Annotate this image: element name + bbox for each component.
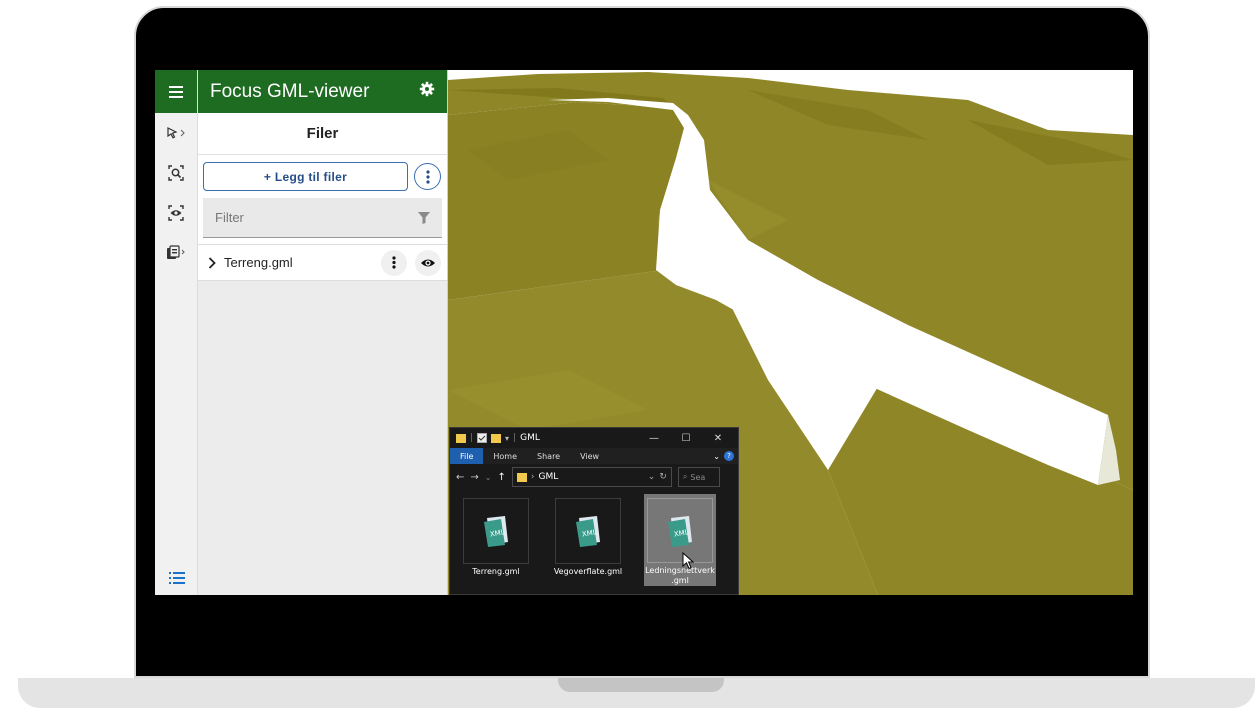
- file-label: Vegoverflate.gml: [553, 567, 623, 576]
- zoom-tool-button[interactable]: [155, 153, 197, 193]
- laptop-notch: [558, 678, 724, 692]
- file-thumbnail: XML: [647, 498, 713, 563]
- tab-view[interactable]: View: [570, 448, 609, 464]
- forward-icon[interactable]: →: [470, 472, 478, 483]
- ribbon-right: ⌄ ?: [713, 451, 738, 461]
- explorer-titlebar: | ▾ | GML — ☐ ✕: [450, 428, 738, 448]
- filter-input[interactable]: Filter: [203, 198, 442, 238]
- file-tile-vegoverflate[interactable]: XML Vegoverflate.gml: [552, 498, 624, 577]
- file-list-item[interactable]: Terreng.gml: [198, 244, 447, 281]
- funnel-icon: [418, 211, 430, 224]
- separator: |: [470, 433, 474, 443]
- path-chevron-icon: ›: [530, 472, 535, 482]
- recent-dropdown-icon[interactable]: ⌄: [485, 473, 492, 482]
- maximize-button[interactable]: ☐: [672, 433, 700, 444]
- add-files-row: + Legg til filer: [198, 155, 447, 198]
- file-more-button[interactable]: [381, 249, 407, 276]
- eye-icon: [421, 259, 435, 266]
- tab-share[interactable]: Share: [527, 448, 570, 464]
- section-title: Filer: [306, 125, 339, 142]
- mouse-cursor-icon: [682, 552, 694, 570]
- folder-icon: [516, 473, 527, 482]
- separator: |: [513, 433, 517, 443]
- layers-icon: [167, 245, 185, 259]
- filter-wrap: Filter: [198, 198, 447, 244]
- new-folder-icon[interactable]: [491, 433, 502, 443]
- close-button[interactable]: ✕: [704, 433, 732, 444]
- address-dropdown-icon[interactable]: ⌄: [648, 472, 656, 482]
- xml-file-icon: XML: [484, 516, 508, 547]
- refresh-icon[interactable]: ↻: [659, 472, 667, 482]
- xml-file-icon: XML: [668, 515, 692, 547]
- up-icon[interactable]: ↑: [497, 472, 505, 483]
- add-files-button[interactable]: + Legg til filer: [203, 162, 408, 191]
- xml-file-icon: XML: [576, 516, 600, 547]
- search-icon: ⌕: [682, 472, 688, 481]
- file-label: Terreng.gml: [472, 567, 520, 576]
- file-tile-ledningsnettverk[interactable]: XML Ledningsnettverk .gml: [644, 494, 716, 586]
- menu-icon: [169, 85, 183, 98]
- file-thumbnail: XML: [555, 498, 621, 564]
- explorer-files: XML Terreng.gml XML Vegoverflate.gml XML…: [450, 490, 738, 594]
- explorer-ribbon: File Home Share View ⌄ ?: [450, 448, 738, 464]
- help-icon[interactable]: ?: [724, 451, 734, 461]
- app-title: Focus GML-viewer: [210, 80, 370, 102]
- settings-button[interactable]: [419, 81, 435, 102]
- cursor-select-icon: [167, 127, 185, 139]
- tab-file[interactable]: File: [450, 448, 484, 464]
- files-panel: Focus GML-viewer Filer + Legg til filer: [198, 70, 448, 595]
- search-field[interactable]: ⌕ Sea: [677, 467, 720, 487]
- more-options-button[interactable]: [414, 163, 441, 190]
- filter-placeholder: Filter: [215, 210, 244, 225]
- eye-icon: [168, 205, 184, 221]
- search-placeholder: Sea: [690, 472, 706, 482]
- file-label: Ledningsnettverk .gml: [645, 566, 715, 585]
- minimize-button[interactable]: —: [640, 433, 668, 444]
- quick-access-dropdown-icon[interactable]: ▾: [505, 434, 509, 443]
- file-tile-terreng[interactable]: XML Terreng.gml: [460, 498, 532, 577]
- tab-home[interactable]: Home: [483, 448, 527, 464]
- file-name: Terreng.gml: [224, 255, 293, 270]
- back-icon[interactable]: ←: [456, 472, 464, 483]
- expand-ribbon-icon[interactable]: ⌄: [713, 452, 720, 461]
- file-thumbnail: XML: [463, 498, 529, 564]
- select-tool-button[interactable]: [155, 113, 197, 153]
- file-explorer-window: | ▾ | GML — ☐ ✕ File Home Share View ⌄ ?…: [449, 427, 739, 595]
- properties-icon[interactable]: [477, 433, 488, 443]
- visibility-tool-button[interactable]: [155, 193, 197, 233]
- zoom-target-icon: [168, 165, 184, 181]
- chevron-right-icon[interactable]: [208, 256, 216, 269]
- layers-tool-button[interactable]: [155, 233, 197, 273]
- explorer-address-bar: ← → ⌄ ↑ › GML ⌄ ↻ ⌕ Sea: [450, 464, 738, 490]
- more-vertical-icon: [392, 256, 396, 269]
- list-icon: [168, 572, 185, 584]
- gear-icon: [419, 81, 435, 97]
- folder-icon: [456, 434, 466, 443]
- app-header: Focus GML-viewer: [198, 70, 447, 113]
- menu-button[interactable]: [155, 70, 197, 113]
- section-header: Filer: [198, 113, 447, 155]
- list-button[interactable]: [155, 572, 198, 585]
- tool-rail: [155, 70, 198, 595]
- address-path: GML: [538, 472, 559, 482]
- address-field[interactable]: › GML ⌄ ↻: [511, 467, 672, 487]
- more-vertical-icon: [425, 169, 430, 184]
- explorer-title: GML: [520, 433, 540, 443]
- file-visibility-button[interactable]: [415, 249, 441, 276]
- screen: Focus GML-viewer Filer + Legg til filer: [155, 70, 1133, 595]
